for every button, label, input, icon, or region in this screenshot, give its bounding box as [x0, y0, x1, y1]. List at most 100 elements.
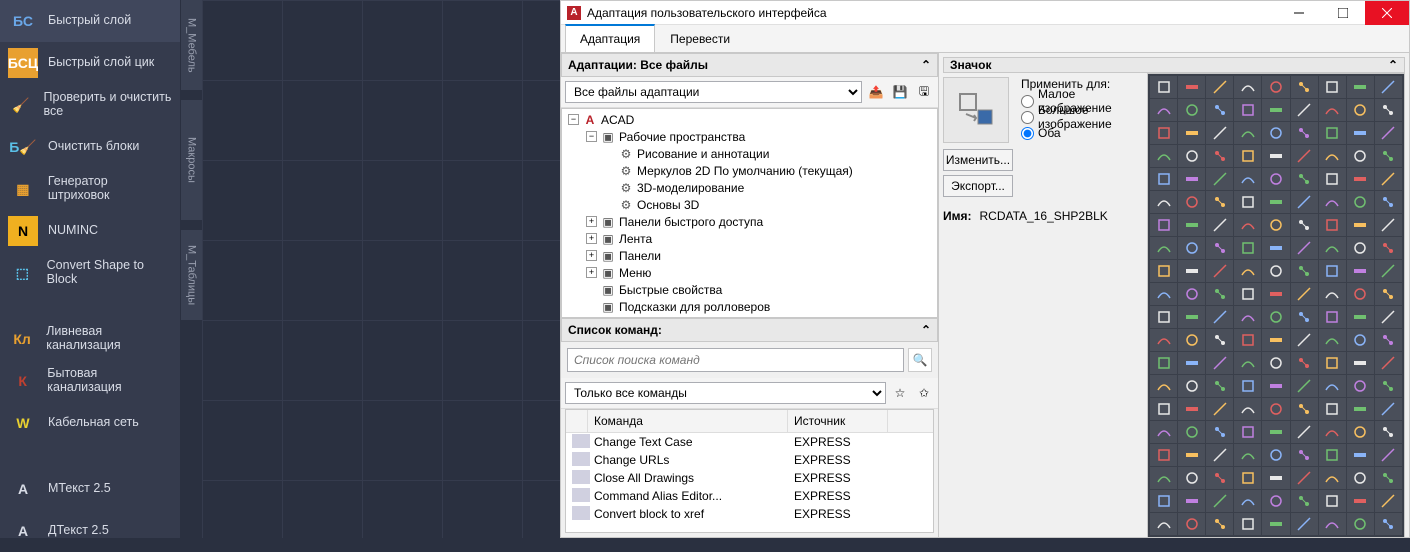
icon-grid-cell[interactable] — [1234, 283, 1261, 305]
icon-grid-cell[interactable] — [1150, 191, 1177, 213]
icon-grid-cell[interactable] — [1291, 398, 1318, 420]
icon-grid-cell[interactable] — [1375, 421, 1402, 443]
icon-grid-cell[interactable] — [1262, 352, 1289, 374]
icon-grid-cell[interactable] — [1150, 260, 1177, 282]
icon-grid-cell[interactable] — [1291, 99, 1318, 121]
icon-grid-cell[interactable] — [1262, 467, 1289, 489]
icon-grid-cell[interactable] — [1234, 191, 1261, 213]
dialog-tab[interactable]: Адаптация — [565, 24, 655, 52]
icon-grid-cell[interactable] — [1234, 467, 1261, 489]
icon-grid-cell[interactable] — [1178, 214, 1205, 236]
icon-grid-cell[interactable] — [1262, 76, 1289, 98]
radio-input[interactable] — [1021, 95, 1034, 108]
icon-grid-cell[interactable] — [1262, 283, 1289, 305]
icon-grid-cell[interactable] — [1319, 191, 1346, 213]
icon-grid-cell[interactable] — [1375, 467, 1402, 489]
icon-grid-cell[interactable] — [1206, 283, 1233, 305]
icon-grid-cell[interactable] — [1262, 306, 1289, 328]
maximize-button[interactable] — [1321, 1, 1365, 25]
palette-item[interactable]: КлЛивневая канализация — [0, 318, 180, 360]
palette-item[interactable]: ⬚Convert Shape to Block — [0, 252, 180, 294]
command-search-input[interactable] — [567, 348, 904, 372]
icon-grid-cell[interactable] — [1206, 191, 1233, 213]
icon-grid-cell[interactable] — [1319, 283, 1346, 305]
col-header-command[interactable]: Команда — [588, 410, 788, 432]
command-row[interactable]: Change Text CaseEXPRESS — [566, 433, 933, 451]
icon-grid-cell[interactable] — [1178, 352, 1205, 374]
icon-grid-cell[interactable] — [1206, 398, 1233, 420]
new-command-icon[interactable]: ☆ — [890, 383, 910, 403]
icon-grid-cell[interactable] — [1178, 145, 1205, 167]
icon-grid-cell[interactable] — [1347, 237, 1374, 259]
icon-grid-cell[interactable] — [1319, 329, 1346, 351]
icon-grid-cell[interactable] — [1347, 145, 1374, 167]
icon-grid-cell[interactable] — [1291, 329, 1318, 351]
icon-grid-cell[interactable] — [1375, 444, 1402, 466]
palette-item[interactable]: 🧹Проверить и очистить все — [0, 84, 180, 126]
icon-grid-cell[interactable] — [1375, 145, 1402, 167]
icon-grid-cell[interactable] — [1375, 513, 1402, 535]
icon-grid-cell[interactable] — [1234, 214, 1261, 236]
icon-grid-cell[interactable] — [1291, 122, 1318, 144]
icon-grid-cell[interactable] — [1150, 490, 1177, 512]
icon-grid-cell[interactable] — [1291, 76, 1318, 98]
col-header-source[interactable]: Источник — [788, 410, 888, 432]
icon-grid-cell[interactable] — [1150, 145, 1177, 167]
icon-grid-cell[interactable] — [1206, 467, 1233, 489]
palette-item[interactable]: NNUMINC — [0, 210, 180, 252]
icon-grid-cell[interactable] — [1347, 467, 1374, 489]
icon-grid-cell[interactable] — [1347, 329, 1374, 351]
icon-grid-cell[interactable] — [1347, 214, 1374, 236]
icon-grid-cell[interactable] — [1291, 490, 1318, 512]
edit-icon-button[interactable]: Изменить... — [943, 149, 1013, 171]
tree-node[interactable]: ⚙Рисование и аннотации — [564, 145, 935, 162]
icon-grid-cell[interactable] — [1150, 421, 1177, 443]
command-filter-combo[interactable]: Только все комaнды — [565, 382, 886, 404]
icon-grid-cell[interactable] — [1150, 375, 1177, 397]
command-row[interactable]: Convert block to xrefEXPRESS — [566, 505, 933, 523]
icon-grid-cell[interactable] — [1234, 237, 1261, 259]
icon-grid-cell[interactable] — [1150, 237, 1177, 259]
search-icon[interactable]: 🔍 — [908, 348, 932, 372]
dialog-tab[interactable]: Перевести — [655, 25, 745, 52]
palette-tab[interactable]: М_Мебель — [180, 0, 202, 90]
icon-grid-cell[interactable] — [1347, 444, 1374, 466]
icon-grid-cell[interactable] — [1347, 191, 1374, 213]
icon-grid-cell[interactable] — [1234, 513, 1261, 535]
icon-grid-cell[interactable] — [1150, 467, 1177, 489]
tree-expander-icon[interactable]: + — [586, 233, 597, 244]
tree-node[interactable]: ⚙Основы 3D — [564, 196, 935, 213]
icon-grid-cell[interactable] — [1206, 99, 1233, 121]
palette-item[interactable]: WКабельная сеть — [0, 402, 180, 444]
icon-grid-cell[interactable] — [1150, 99, 1177, 121]
icon-grid-cell[interactable] — [1206, 237, 1233, 259]
tree-node[interactable]: −AACAD — [564, 111, 935, 128]
icon-grid-cell[interactable] — [1178, 306, 1205, 328]
command-row[interactable]: Change URLsEXPRESS — [566, 451, 933, 469]
icon-grid-cell[interactable] — [1206, 260, 1233, 282]
icon-grid-cell[interactable] — [1347, 375, 1374, 397]
icon-grid-cell[interactable] — [1375, 76, 1402, 98]
icon-grid-cell[interactable] — [1234, 490, 1261, 512]
icon-grid-cell[interactable] — [1375, 260, 1402, 282]
icon-grid-cell[interactable] — [1375, 237, 1402, 259]
icon-grid-cell[interactable] — [1150, 398, 1177, 420]
tree-node[interactable]: +▣Панели быстрого доступа — [564, 213, 935, 230]
minimize-button[interactable] — [1277, 1, 1321, 25]
icon-grid-cell[interactable] — [1319, 99, 1346, 121]
icon-grid-cell[interactable] — [1319, 421, 1346, 443]
icon-grid-cell[interactable] — [1234, 260, 1261, 282]
icon-grid-cell[interactable] — [1234, 375, 1261, 397]
save-all-icon[interactable]: 🖫 — [914, 82, 934, 102]
icon-grid-cell[interactable] — [1150, 214, 1177, 236]
icon-grid-cell[interactable] — [1347, 490, 1374, 512]
icon-grid-cell[interactable] — [1178, 513, 1205, 535]
icon-grid-cell[interactable] — [1375, 306, 1402, 328]
icon-grid-cell[interactable] — [1319, 467, 1346, 489]
icon-grid-cell[interactable] — [1319, 375, 1346, 397]
icon-grid-cell[interactable] — [1347, 122, 1374, 144]
icon-grid-cell[interactable] — [1234, 145, 1261, 167]
icon-grid-cell[interactable] — [1206, 352, 1233, 374]
icon-grid-cell[interactable] — [1319, 513, 1346, 535]
command-row[interactable]: Close All DrawingsEXPRESS — [566, 469, 933, 487]
